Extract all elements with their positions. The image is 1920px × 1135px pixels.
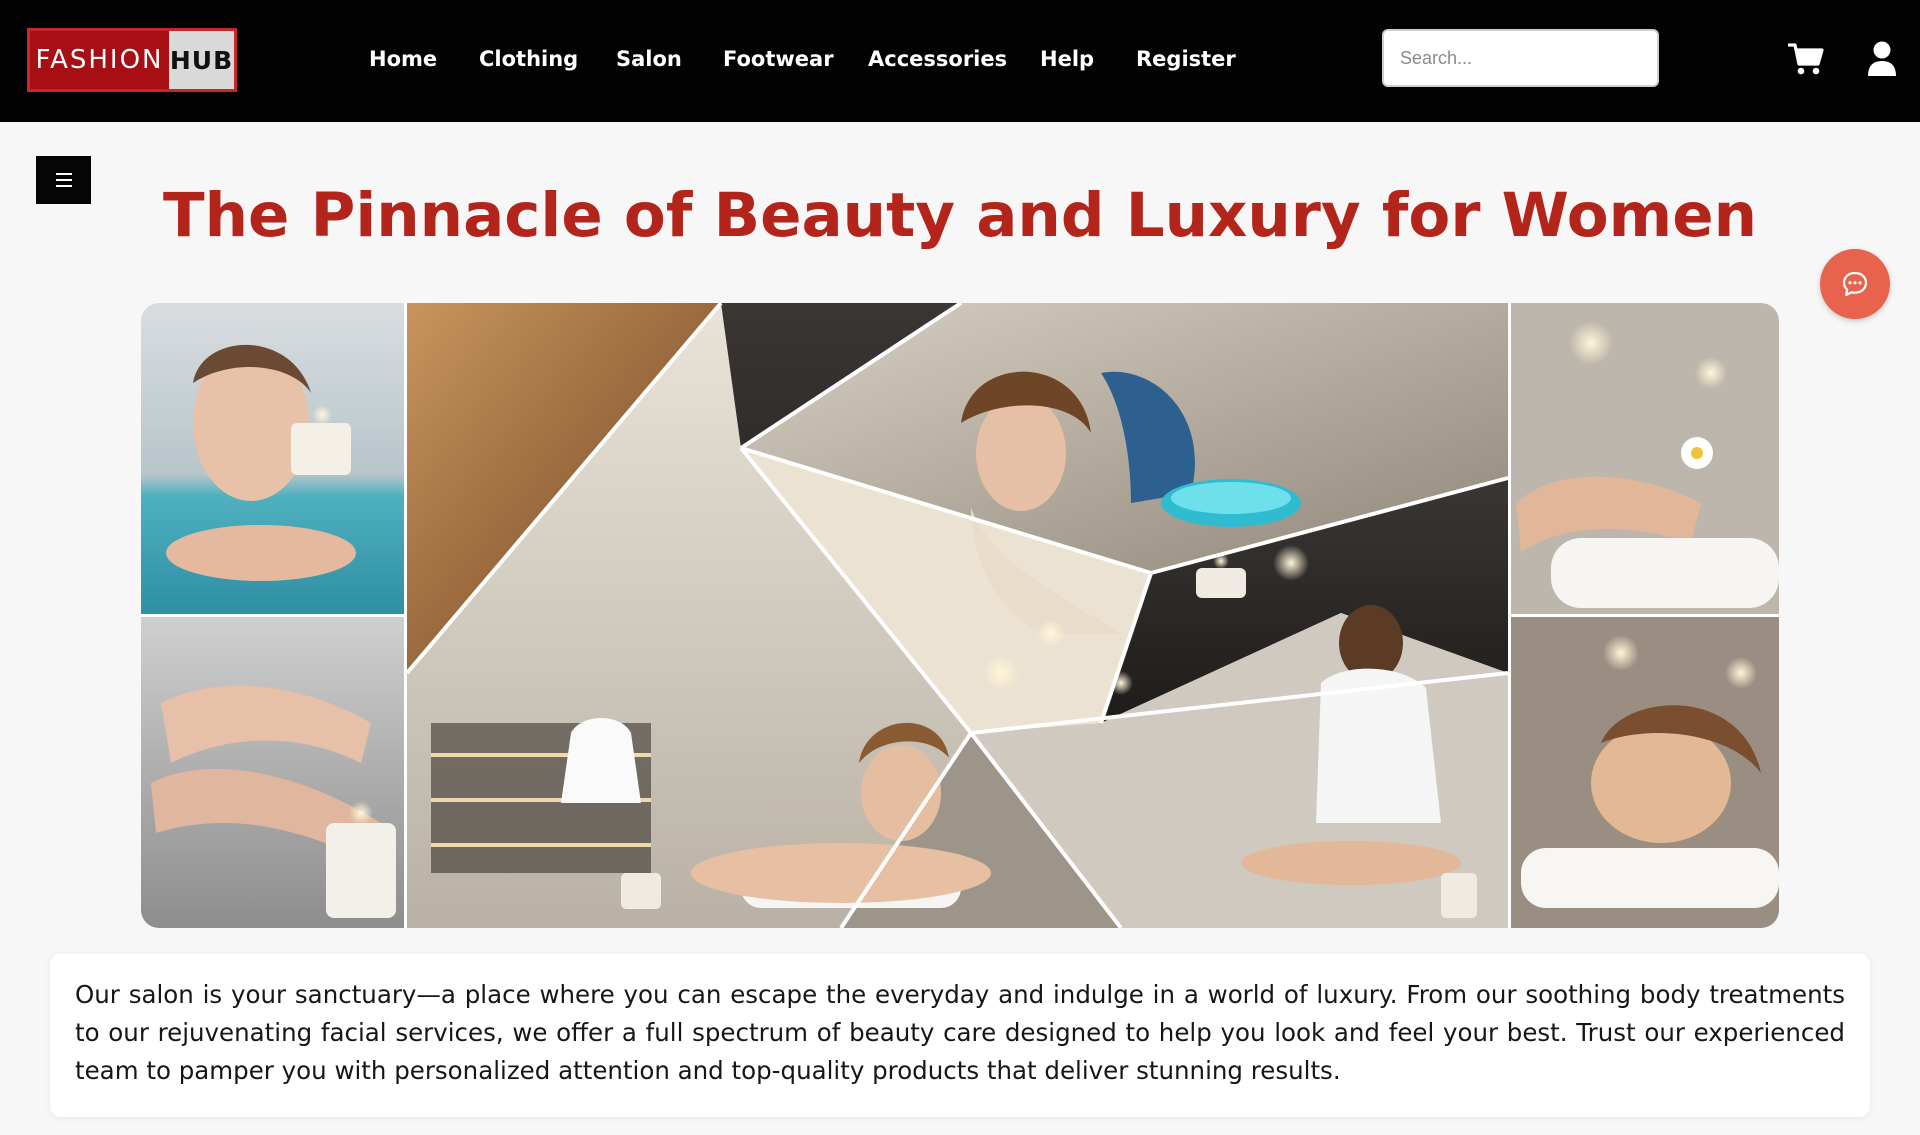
logo-text-fashion: FASHION [30,31,169,89]
site-logo[interactable]: FASHION HUB [27,28,237,92]
nav-register[interactable]: Register [1136,47,1236,71]
top-navigation-bar: FASHION HUB Home Clothing Salon Footwear… [0,0,1920,122]
page-title: The Pinnacle of Beauty and Luxury for Wo… [162,180,1758,251]
cart-icon[interactable] [1787,42,1824,76]
salon-collage-image [141,303,1779,928]
nav-salon[interactable]: Salon [616,47,682,71]
nav-accessories[interactable]: Accessories [868,47,1007,71]
search-input[interactable] [1382,29,1659,87]
nav-help[interactable]: Help [1040,47,1094,71]
nav-clothing[interactable]: Clothing [479,47,578,71]
salon-description-card: Our salon is your sanctuary—a place wher… [50,954,1870,1117]
logo-text-hub: HUB [169,45,234,75]
nav-home[interactable]: Home [369,47,437,71]
chat-bubble-icon[interactable] [1820,249,1890,319]
nav-footwear[interactable]: Footwear [723,47,834,71]
user-icon[interactable] [1867,41,1897,77]
salon-description-text: Our salon is your sanctuary—a place wher… [75,980,1845,1085]
